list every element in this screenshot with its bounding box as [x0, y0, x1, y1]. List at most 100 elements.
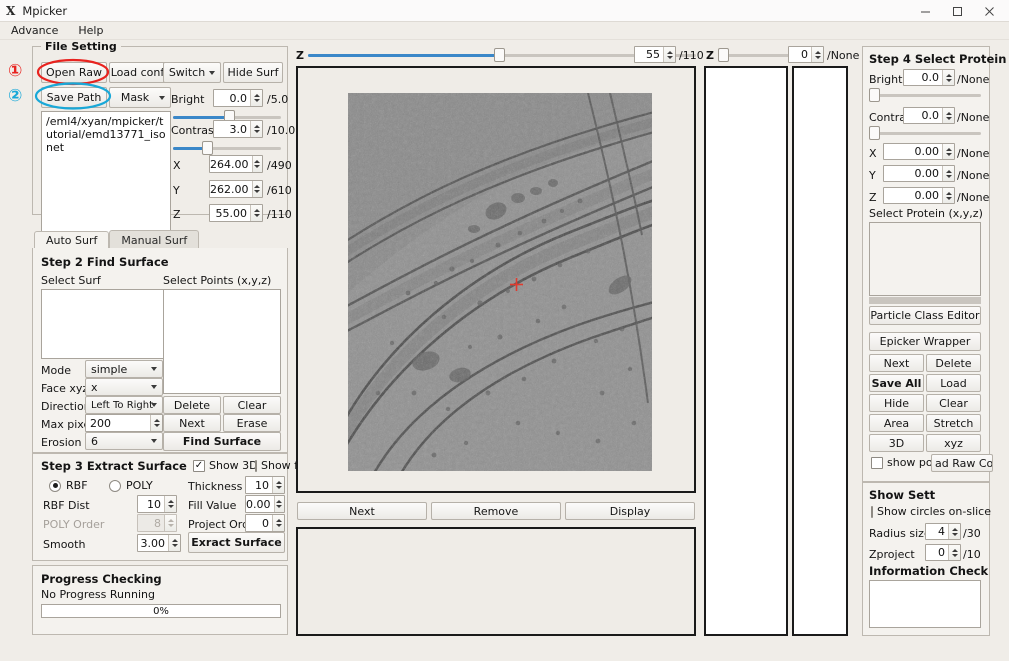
- protein-next-button[interactable]: Next: [869, 354, 924, 372]
- save-path-button[interactable]: Save Path: [41, 87, 107, 108]
- poly-radio[interactable]: POLY: [109, 479, 153, 492]
- viewer-display-button[interactable]: Display: [565, 502, 695, 520]
- minimize-icon[interactable]: [909, 0, 941, 22]
- bright-spinner[interactable]: 0.0: [213, 89, 263, 107]
- find-surface-button[interactable]: Find Surface: [163, 432, 281, 451]
- thickness-stepper[interactable]: [272, 477, 284, 493]
- step4-contrast-spinner[interactable]: 0.0: [903, 107, 955, 124]
- load-button[interactable]: Load: [926, 374, 981, 392]
- slider-handle[interactable]: [494, 48, 506, 62]
- information-check-box[interactable]: [869, 580, 981, 628]
- protein-hide-button[interactable]: Hide: [869, 394, 924, 412]
- next-point-button[interactable]: Next: [163, 414, 221, 432]
- thickness-spinner[interactable]: 10: [245, 476, 285, 494]
- menu-item-advance[interactable]: Advance: [8, 23, 61, 38]
- lower-view-panel[interactable]: [296, 527, 696, 636]
- stretch-button[interactable]: Stretch: [926, 414, 981, 432]
- x-spinner[interactable]: 264.00: [209, 155, 263, 173]
- face-xyz-dropdown[interactable]: x: [85, 378, 163, 396]
- z-spinner[interactable]: 55.00: [209, 204, 263, 222]
- step4-x-spinner[interactable]: 0.00: [883, 143, 955, 160]
- viewer-remove-button[interactable]: Remove: [431, 502, 561, 520]
- radius-size-spinner[interactable]: 4: [925, 523, 961, 540]
- direction-dropdown[interactable]: Left To Right: [85, 396, 163, 414]
- close-icon[interactable]: [973, 0, 1005, 22]
- step4-y-spinner[interactable]: 0.00: [883, 165, 955, 182]
- delete-point-button[interactable]: Delete: [163, 396, 221, 414]
- side-view-panel-2[interactable]: [792, 66, 848, 636]
- max-pixel-stepper[interactable]: [150, 415, 162, 431]
- step4-bright-spinner[interactable]: 0.0: [903, 69, 955, 86]
- tomogram-canvas[interactable]: [348, 93, 652, 471]
- main-image-frame[interactable]: [296, 66, 696, 493]
- slider-handle[interactable]: [869, 88, 880, 102]
- x-stepper[interactable]: [251, 156, 262, 172]
- fill-value-stepper[interactable]: [273, 496, 284, 512]
- select-points-list[interactable]: [163, 289, 281, 394]
- z2-stepper[interactable]: [811, 47, 823, 62]
- contrast-stepper[interactable]: [250, 121, 262, 137]
- project-order-spinner[interactable]: 0: [245, 514, 285, 532]
- side-view-panel-1[interactable]: [704, 66, 788, 636]
- slider-handle[interactable]: [717, 48, 729, 62]
- step4-x-stepper[interactable]: [942, 144, 954, 159]
- step4-bright-stepper[interactable]: [942, 70, 954, 85]
- z-value-spinner[interactable]: 55: [634, 46, 676, 63]
- particle-class-editor-button[interactable]: Particle Class Editor: [869, 306, 981, 325]
- erosion-dropdown[interactable]: 6: [85, 432, 163, 450]
- smooth-spinner[interactable]: 3.00: [137, 534, 181, 552]
- zproject-stepper[interactable]: [948, 545, 960, 560]
- step4-z-stepper[interactable]: [942, 188, 954, 203]
- load-raw-coor-button[interactable]: ad Raw Coo: [931, 454, 993, 472]
- erase-button[interactable]: Erase: [223, 414, 281, 432]
- three-d-button[interactable]: 3D: [869, 434, 924, 452]
- project-order-stepper[interactable]: [272, 515, 284, 531]
- show-circles-checkbox[interactable]: Show circles on-slice o: [871, 505, 995, 518]
- clear-points-button[interactable]: Clear: [223, 396, 281, 414]
- step4-contrast-stepper[interactable]: [942, 108, 954, 123]
- smooth-stepper[interactable]: [168, 535, 180, 551]
- show-3d-checkbox[interactable]: Show 3D: [193, 459, 258, 472]
- bright-stepper[interactable]: [250, 90, 262, 106]
- menu-item-help[interactable]: Help: [75, 23, 106, 38]
- area-button[interactable]: Area: [869, 414, 924, 432]
- open-raw-button[interactable]: Open Raw: [41, 62, 107, 83]
- step4-contrast-slider[interactable]: [869, 126, 981, 140]
- contrast-slider[interactable]: [173, 141, 281, 155]
- mask-dropdown[interactable]: Mask: [109, 87, 171, 108]
- rbf-radio[interactable]: RBF: [49, 479, 88, 492]
- rbf-dist-stepper[interactable]: [164, 496, 176, 512]
- tab-manual-surf[interactable]: Manual Surf: [109, 230, 200, 249]
- radius-size-stepper[interactable]: [948, 524, 960, 539]
- slider-handle[interactable]: [202, 141, 214, 155]
- zproject-spinner[interactable]: 0: [925, 544, 961, 561]
- hide-surf-button[interactable]: Hide Surf: [223, 62, 283, 83]
- maximize-icon[interactable]: [941, 0, 973, 22]
- y-spinner[interactable]: 262.00: [209, 180, 263, 198]
- select-protein-list[interactable]: [869, 222, 981, 296]
- y-stepper[interactable]: [251, 181, 262, 197]
- max-pixel-spinner[interactable]: 200: [85, 414, 163, 432]
- switch-dropdown[interactable]: Switch: [163, 62, 221, 83]
- extract-surface-button[interactable]: Exract Surface: [188, 532, 285, 553]
- select-surf-list[interactable]: [41, 289, 165, 359]
- fill-value-spinner[interactable]: 0.00: [245, 495, 285, 513]
- contrast-spinner[interactable]: 3.0: [213, 120, 263, 138]
- z-stepper[interactable]: [663, 47, 675, 62]
- step4-bright-slider[interactable]: [869, 88, 981, 102]
- xyz-button[interactable]: xyz: [926, 434, 981, 452]
- z2-value-spinner[interactable]: 0: [788, 46, 824, 63]
- slider-handle[interactable]: [869, 126, 880, 140]
- mode-dropdown[interactable]: simple: [85, 360, 163, 378]
- select-protein-scrollbar[interactable]: [869, 297, 981, 304]
- protein-clear-button[interactable]: Clear: [926, 394, 981, 412]
- epicker-wrapper-button[interactable]: Epicker Wrapper: [869, 332, 981, 351]
- z2-slider[interactable]: [717, 48, 796, 62]
- save-all-button[interactable]: Save All: [869, 374, 924, 392]
- viewer-next-button[interactable]: Next: [297, 502, 427, 520]
- step4-y-stepper[interactable]: [942, 166, 954, 181]
- step4-z-spinner[interactable]: 0.00: [883, 187, 955, 204]
- z-stepper[interactable]: [250, 205, 262, 221]
- rbf-dist-spinner[interactable]: 10: [137, 495, 177, 513]
- protein-delete-button[interactable]: Delete: [926, 354, 981, 372]
